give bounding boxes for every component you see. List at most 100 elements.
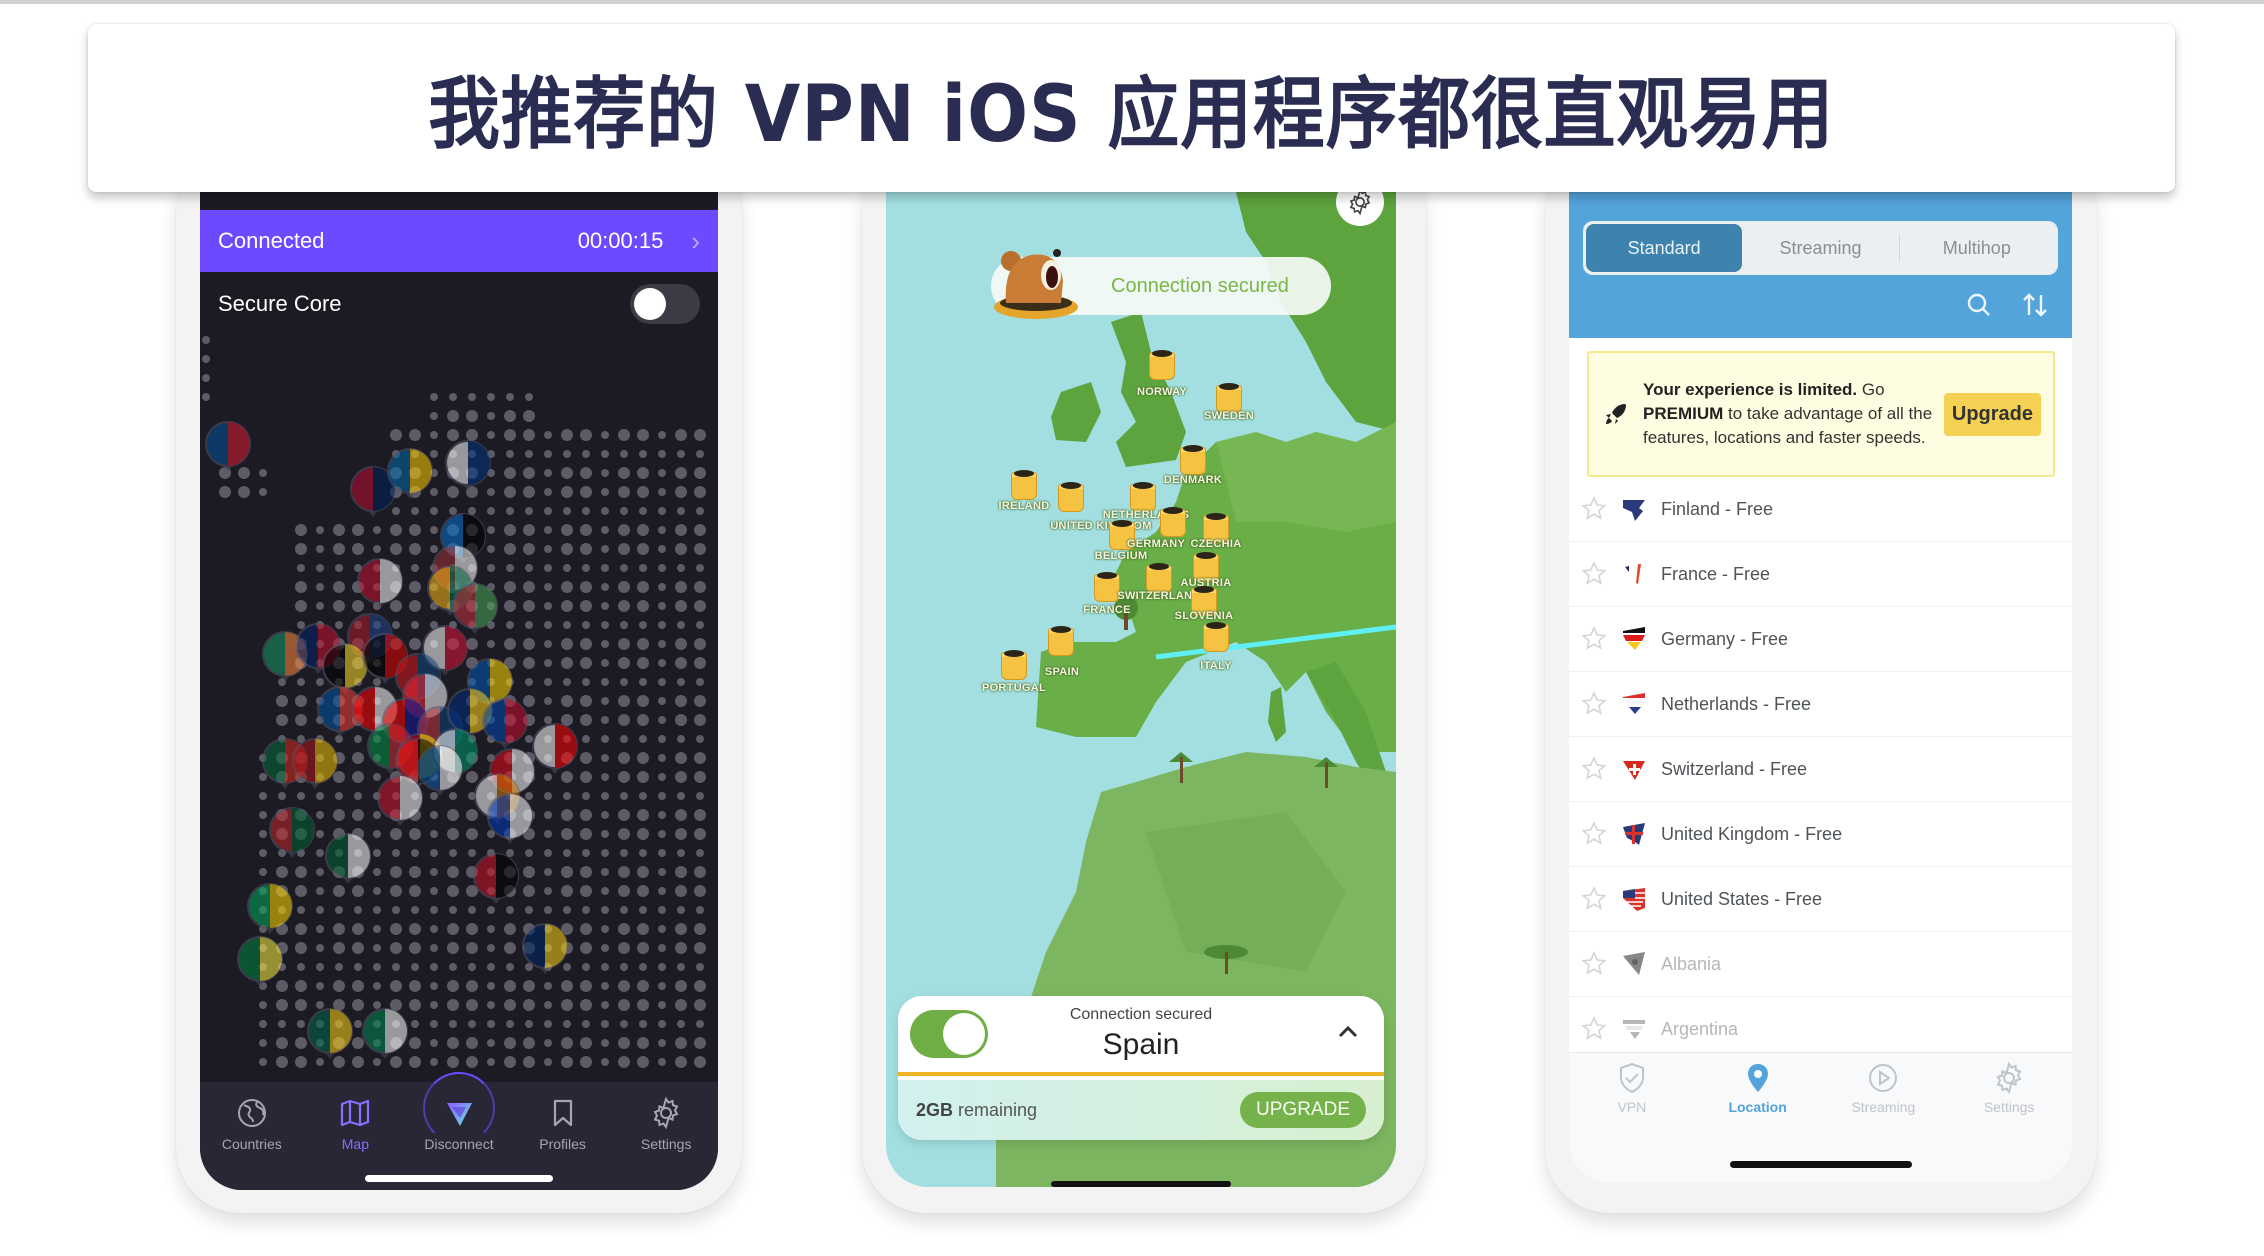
location-row-finland[interactable]: Finland - Free (1569, 477, 2072, 542)
bear-mascot-icon (994, 249, 1078, 319)
map-dot (316, 811, 324, 819)
server-pot-denmark[interactable] (1180, 445, 1206, 475)
tab-settings[interactable]: Settings (1954, 1061, 2064, 1182)
tab-vpn[interactable]: VPN (1577, 1061, 1687, 1182)
flag-pin-iceland[interactable] (205, 421, 251, 472)
map-dot (601, 830, 609, 838)
map-dot (506, 621, 514, 629)
server-pot-ireland[interactable] (1011, 470, 1037, 500)
map-dot (658, 640, 666, 648)
flag-pin-finland[interactable] (445, 440, 491, 491)
location-row-netherlands[interactable]: Netherlands - Free (1569, 672, 2072, 737)
map-dot (447, 923, 459, 935)
map-dot (333, 809, 345, 821)
location-row-france[interactable]: France - Free (1569, 542, 2072, 607)
server-pot-france[interactable] (1094, 572, 1120, 602)
map-dot (582, 678, 590, 686)
segment-multihop[interactable]: Multihop (1898, 224, 2055, 272)
map-dot (504, 923, 516, 935)
map-dot (523, 543, 535, 555)
map-dot (580, 771, 592, 783)
map-dot (352, 1056, 364, 1068)
map-dot (523, 524, 535, 536)
chevron-up-icon[interactable] (1336, 1020, 1360, 1044)
play-circle-icon (1869, 1064, 1898, 1092)
map-dot (276, 866, 288, 878)
location-row-switzerland[interactable]: Switzerland - Free (1569, 737, 2072, 802)
search-icon[interactable] (1964, 290, 1994, 320)
server-pot-italy[interactable] (1203, 622, 1229, 652)
location-row-germany[interactable]: Germany - Free (1569, 607, 2072, 672)
location-row-uk[interactable]: United Kingdom - Free (1569, 802, 2072, 867)
server-pot-sweden[interactable] (1216, 383, 1242, 413)
map-dot (373, 944, 381, 952)
connection-status-bar[interactable]: Connected 00:00:15 › (200, 210, 718, 272)
favorite-star-icon[interactable] (1581, 626, 1607, 652)
map-dot (677, 735, 685, 743)
server-pot-united-kingdom[interactable] (1058, 482, 1084, 512)
server-pot-germany[interactable] (1160, 507, 1186, 537)
favorite-star-icon[interactable] (1581, 561, 1607, 587)
map-dot (694, 524, 706, 536)
flag-pin-greece[interactable] (417, 745, 463, 796)
server-pot-spain[interactable] (1048, 626, 1074, 656)
favorite-star-icon[interactable] (1581, 886, 1607, 912)
map-dot (601, 564, 609, 572)
connection-status-label: Connected (218, 228, 325, 253)
map-dot (637, 543, 649, 555)
location-row-albania[interactable]: Albania (1569, 932, 2072, 997)
flag-pin-belgium[interactable] (322, 643, 368, 694)
map-dot (409, 524, 421, 536)
map-dot (618, 657, 630, 669)
location-name: Albania (1661, 953, 1722, 974)
flag-pin-nigeria[interactable] (362, 1008, 408, 1059)
upgrade-button[interactable]: Upgrade (1943, 392, 2041, 436)
server-pot-netherlands[interactable] (1130, 482, 1156, 512)
map-dot (259, 811, 267, 819)
map-dot (373, 963, 381, 971)
favorite-star-icon[interactable] (1581, 496, 1607, 522)
map-dot (297, 906, 305, 914)
server-pot-norway[interactable] (1149, 350, 1175, 380)
map-dot (696, 849, 704, 857)
map-dot (694, 752, 706, 764)
map-dot (620, 450, 628, 458)
map-dot (639, 735, 647, 743)
flag-pin-senegal[interactable] (237, 936, 283, 987)
map-dot (354, 735, 362, 743)
dotted-world-map[interactable] (200, 336, 718, 1076)
map-dot (430, 811, 438, 819)
flag-pin-malta[interactable] (325, 833, 371, 884)
map-dot (580, 657, 592, 669)
segment-streaming[interactable]: Streaming (1742, 224, 1898, 272)
flag-pin-chad[interactable] (307, 1008, 353, 1059)
tab-countries[interactable]: Countries (202, 1096, 302, 1190)
map-dot (430, 830, 438, 838)
sort-icon[interactable] (2020, 290, 2050, 320)
map-dot (390, 980, 402, 992)
favorite-star-icon[interactable] (1581, 756, 1607, 782)
secure-core-toggle[interactable] (630, 284, 700, 324)
map-dot (447, 1056, 459, 1068)
map-dot (411, 1020, 419, 1028)
map-dot (561, 866, 573, 878)
server-pot-switzerland[interactable] (1146, 563, 1172, 593)
map-dot (561, 581, 573, 593)
map-dot (675, 429, 687, 441)
gear-icon (1996, 1061, 2022, 1095)
favorite-star-icon[interactable] (1581, 821, 1607, 847)
server-pot-portugal[interactable] (1001, 650, 1027, 680)
upgrade-button[interactable]: UPGRADE (1240, 1092, 1366, 1128)
map-dot (523, 657, 535, 669)
location-row-usa[interactable]: United States - Free (1569, 867, 2072, 932)
flag-pin-georgia[interactable] (532, 723, 578, 774)
map-dot (580, 809, 592, 821)
map-dot (525, 507, 533, 515)
favorite-star-icon[interactable] (1581, 951, 1607, 977)
favorite-star-icon[interactable] (1581, 1016, 1607, 1042)
map-dot (544, 621, 552, 629)
segment-standard[interactable]: Standard (1586, 224, 1743, 272)
favorite-star-icon[interactable] (1581, 691, 1607, 717)
flag-pin-algeria[interactable] (269, 807, 315, 858)
tab-settings[interactable]: Settings (616, 1096, 716, 1190)
